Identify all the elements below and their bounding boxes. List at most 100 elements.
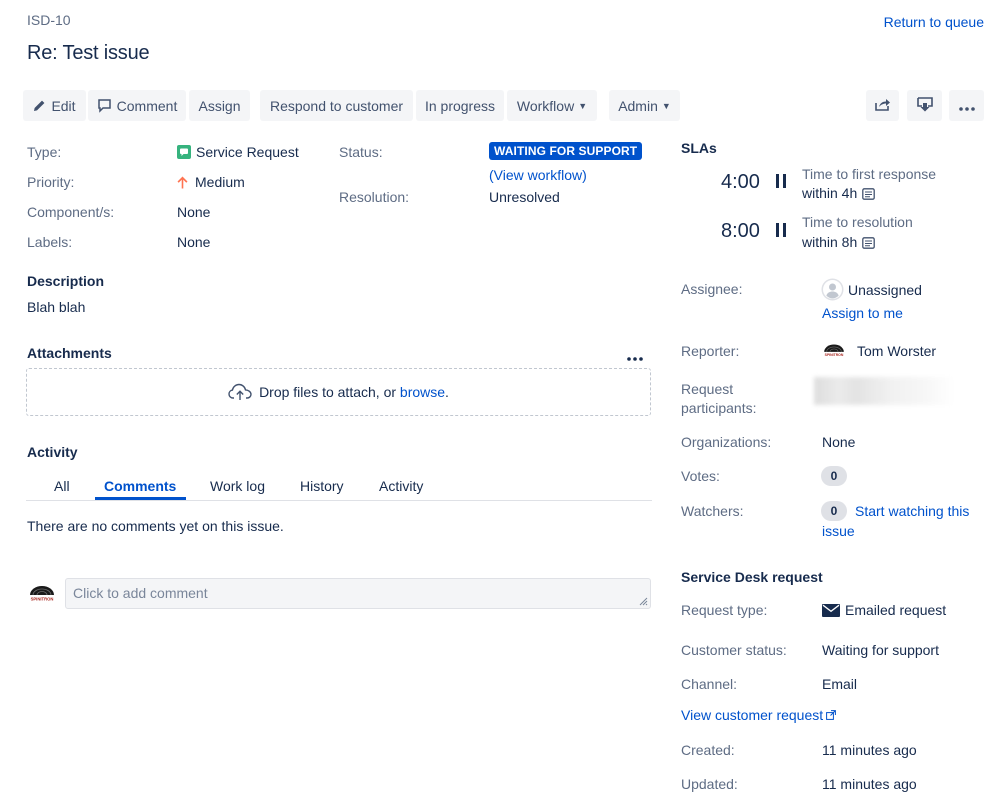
status-label: Status: <box>339 144 383 160</box>
votes-count[interactable]: 0 <box>821 466 847 486</box>
priority-value: Medium <box>177 174 245 190</box>
pause-icon <box>776 223 786 237</box>
request-type-value: Emailed request <box>822 602 946 618</box>
pause-icon <box>776 174 786 188</box>
participants-label-line-2: participants: <box>681 400 757 416</box>
workflow-label: Workflow <box>516 97 575 114</box>
labels-value: None <box>177 234 211 250</box>
priority-value-text: Medium <box>195 174 245 190</box>
admin-label: Admin <box>618 97 658 114</box>
updated-value: 11 minutes ago <box>822 776 917 792</box>
sla-goal-resolution: within 8h <box>802 234 876 250</box>
status-lozenge: WAITING FOR SUPPORT <box>489 142 643 160</box>
share-button[interactable] <box>866 90 899 121</box>
priority-label: Priority: <box>27 174 75 190</box>
status-badge[interactable]: WAITING FOR SUPPORT <box>489 142 643 160</box>
chevron-down-icon: ▼ <box>661 100 671 111</box>
calendar-icon <box>862 187 876 200</box>
tab-work-log[interactable]: Work log <box>210 478 265 494</box>
browse-link[interactable]: browse <box>400 384 445 400</box>
customer-status-label: Customer status: <box>681 642 787 658</box>
service-request-icon <box>177 145 191 159</box>
upload-cloud-icon <box>228 383 252 401</box>
spinitron-logo: SPINITRON <box>822 344 846 357</box>
reporter-avatar-text: SPINITRON <box>825 353 844 357</box>
tabs-divider <box>26 500 652 501</box>
participants-redacted <box>814 377 954 405</box>
resize-handle-icon[interactable] <box>638 596 648 606</box>
reporter-name[interactable]: Tom Worster <box>857 343 936 359</box>
external-link-icon <box>826 710 837 720</box>
dropzone-period: . <box>445 384 449 400</box>
type-label: Type: <box>27 144 62 160</box>
components-value: None <box>177 204 211 220</box>
type-value-text: Service Request <box>196 144 299 160</box>
assign-button[interactable]: Assign <box>189 90 250 121</box>
created-value: 11 minutes ago <box>822 742 917 758</box>
sla-within-resolution: within 8h <box>802 234 858 250</box>
resolution-value: Unresolved <box>489 189 560 205</box>
in-progress-button[interactable]: In progress <box>416 90 504 121</box>
attachments-more-button[interactable] <box>627 348 643 364</box>
view-customer-request-link[interactable]: View customer request <box>681 707 837 723</box>
dropzone-text: Drop files to attach, or <box>259 384 397 400</box>
assignee-value[interactable]: Unassigned <box>821 278 922 301</box>
attachment-dropzone[interactable]: Drop files to attach, or browse. <box>26 368 651 416</box>
start-watching-link-cont[interactable]: issue <box>822 523 855 539</box>
respond-to-customer-button[interactable]: Respond to customer <box>260 90 413 121</box>
labels-label: Labels: <box>27 234 73 250</box>
assignee-name: Unassigned <box>848 281 922 298</box>
more-icon <box>958 98 975 114</box>
return-to-queue-link[interactable]: Return to queue <box>884 14 984 30</box>
description-text[interactable]: Blah blah <box>27 299 85 315</box>
unassigned-avatar-icon <box>821 278 844 301</box>
customer-status-value: Waiting for support <box>822 642 939 658</box>
channel-value: Email <box>822 676 858 692</box>
comment-button[interactable]: Comment <box>88 90 186 121</box>
attachments-heading: Attachments <box>27 345 112 361</box>
tab-comments[interactable]: Comments <box>104 478 176 494</box>
sla-within-first-response: within 4h <box>802 185 858 201</box>
add-comment-field[interactable]: Click to add comment <box>65 578 651 609</box>
sla-time-first-response: 4:00 <box>721 171 760 193</box>
more-actions-button[interactable] <box>949 90 984 121</box>
edit-button[interactable]: Edit <box>23 90 86 121</box>
participants-label-line-1: Request <box>681 381 734 397</box>
spinitron-logo: SPINITRON <box>28 586 56 601</box>
view-workflow-link[interactable]: View workflow <box>494 167 582 183</box>
reporter-label: Reporter: <box>681 343 740 359</box>
view-customer-request-text: View customer request <box>681 707 824 723</box>
no-comments-text: There are no comments yet on this issue. <box>27 518 284 534</box>
envelope-icon <box>822 603 840 617</box>
watchers-count[interactable]: 0 <box>821 501 847 521</box>
start-watching-link[interactable]: Start watching this <box>855 503 969 519</box>
tab-history[interactable]: History <box>300 478 344 494</box>
workflow-dropdown[interactable]: Workflow ▼ <box>507 90 597 121</box>
sla-time-resolution: 8:00 <box>721 220 760 242</box>
issue-title: Re: Test issue <box>27 42 150 64</box>
resolution-label: Resolution: <box>339 189 410 205</box>
activity-heading: Activity <box>27 444 78 460</box>
watchers-label: Watchers: <box>681 503 744 519</box>
share-icon <box>874 97 891 115</box>
more-icon <box>627 348 643 364</box>
assign-to-me-link[interactable]: Assign to me <box>822 305 903 321</box>
admin-dropdown[interactable]: Admin ▼ <box>609 90 680 121</box>
service-desk-heading: Service Desk request <box>681 569 823 585</box>
export-button[interactable] <box>907 90 942 121</box>
channel-label: Channel: <box>681 676 738 692</box>
slas-heading: SLAs <box>681 140 717 156</box>
paren-close: ) <box>582 167 587 183</box>
assignee-label: Assignee: <box>681 281 743 297</box>
pencil-icon <box>33 99 46 112</box>
type-value: Service Request <box>177 144 299 160</box>
components-label: Component/s: <box>27 204 115 220</box>
sla-goal-first-response: within 4h <box>802 185 876 201</box>
chevron-down-icon: ▼ <box>578 100 588 111</box>
sla-name-resolution: Time to resolution <box>802 214 913 230</box>
comment-label: Comment <box>116 97 178 114</box>
issue-key[interactable]: ISD-10 <box>27 12 71 28</box>
tab-all[interactable]: All <box>54 478 70 494</box>
avatar-text: SPINITRON <box>31 596 54 601</box>
tab-activity[interactable]: Activity <box>379 478 423 494</box>
